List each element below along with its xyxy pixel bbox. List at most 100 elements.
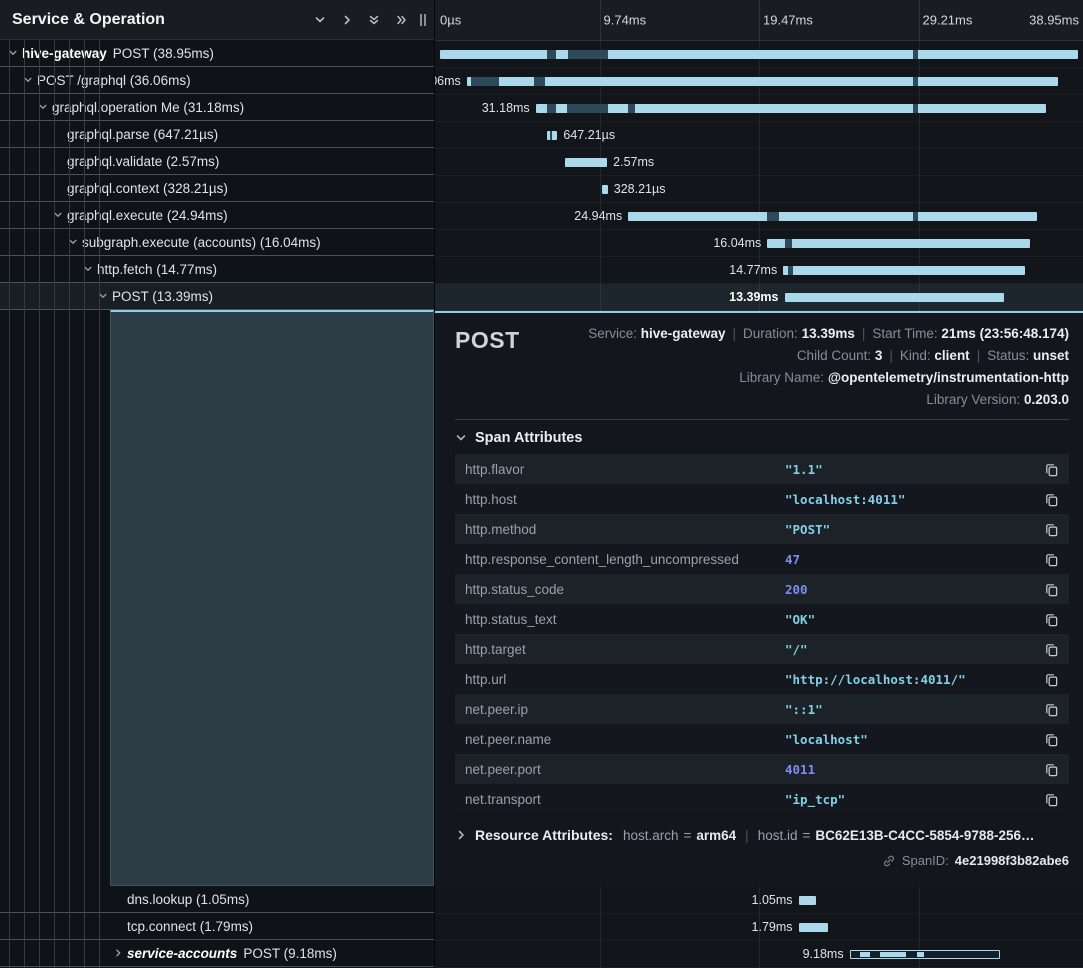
copy-icon — [1044, 702, 1059, 717]
span-bar[interactable] — [536, 104, 1046, 113]
span-title: POST — [455, 323, 520, 411]
span-bar[interactable] — [785, 293, 1004, 302]
attribute-key: http.url — [465, 672, 785, 687]
copy-attribute-button[interactable] — [1042, 580, 1061, 599]
span-tree-row[interactable]: http.fetch (14.77ms) — [0, 256, 434, 283]
duration-label: 2.57ms — [613, 155, 654, 169]
span-bar[interactable] — [602, 185, 608, 194]
indent-guide — [24, 40, 25, 968]
attribute-value: "1.1" — [785, 462, 1042, 477]
span-meta-line: Library Version: 0.203.0 — [588, 389, 1069, 411]
duration-label: 9.18ms — [803, 947, 844, 961]
copy-attribute-button[interactable] — [1042, 550, 1061, 569]
span-bar[interactable] — [799, 923, 828, 932]
child-span-mark — [913, 77, 917, 86]
chevron-down-icon[interactable] — [8, 48, 22, 58]
attribute-row: http.flavor"1.1" — [455, 454, 1069, 484]
span-label: POST (38.95ms) — [113, 46, 214, 61]
meta-separator: | — [889, 348, 893, 363]
copy-icon — [1044, 522, 1059, 537]
attribute-row: http.target"/" — [455, 634, 1069, 664]
copy-attribute-button[interactable] — [1042, 520, 1061, 539]
child-span-mark — [913, 212, 917, 221]
span-tree-row[interactable]: POST (13.39ms) — [0, 283, 434, 310]
span-label: tcp.connect (1.79ms) — [127, 919, 253, 934]
chevron-down-icon[interactable] — [83, 264, 97, 274]
span-tree-row[interactable]: graphql.context (328.21µs) — [0, 175, 434, 202]
copy-attribute-button[interactable] — [1042, 490, 1061, 509]
service-name: service-accounts — [127, 946, 237, 961]
attribute-key: http.status_text — [465, 612, 785, 627]
copy-attribute-button[interactable] — [1042, 460, 1061, 479]
attribute-key: http.target — [465, 642, 785, 657]
chevron-down-icon[interactable] — [53, 210, 67, 220]
double-chevron-right-icon[interactable] — [395, 14, 407, 26]
double-chevron-down-icon[interactable] — [368, 14, 380, 26]
copy-icon — [1044, 552, 1059, 567]
chevron-down-icon[interactable] — [23, 75, 37, 85]
attribute-row: http.url"http://localhost:4011/" — [455, 664, 1069, 694]
span-tree-row[interactable]: graphql.operation Me (31.18ms) — [0, 94, 434, 121]
timeline-row: 14.77ms — [435, 257, 1083, 284]
copy-attribute-button[interactable] — [1042, 670, 1061, 689]
span-tree-row[interactable]: graphql.parse (647.21µs) — [0, 121, 434, 148]
duration-label: 647.21µs — [563, 128, 615, 142]
span-bar[interactable] — [628, 212, 1036, 221]
trace-viewer: Service & Operation hive-gatewayPOST (38… — [0, 0, 1083, 968]
chevron-down-icon[interactable] — [314, 14, 326, 26]
copy-attribute-button[interactable] — [1042, 760, 1061, 779]
timeline-row — [435, 41, 1083, 68]
chevron-down-icon[interactable] — [98, 291, 112, 301]
span-bar[interactable] — [799, 896, 816, 905]
span-attributes-toggle[interactable]: Span Attributes — [455, 430, 1069, 446]
copy-attribute-button[interactable] — [1042, 610, 1061, 629]
meta-value: 0.203.0 — [1024, 392, 1069, 407]
chevron-down-icon[interactable] — [68, 237, 82, 247]
span-tree-row[interactable]: graphql.validate (2.57ms) — [0, 148, 434, 175]
span-tree-row[interactable]: service-accountsPOST (9.18ms) — [0, 940, 434, 967]
copy-icon — [1044, 582, 1059, 597]
resource-attributes-toggle[interactable]: Resource Attributes: host.arch=arm64|hos… — [455, 827, 1069, 843]
child-span-mark — [547, 50, 556, 59]
span-meta-line: Child Count: 3|Kind: client|Status: unse… — [588, 345, 1069, 367]
attribute-value: "::1" — [785, 702, 1042, 717]
detail-header: POST Service: hive-gateway|Duration: 13.… — [455, 323, 1069, 411]
copy-attribute-button[interactable] — [1042, 730, 1061, 749]
panel-resize-handle[interactable] — [420, 14, 426, 26]
link-icon[interactable] — [882, 854, 896, 868]
span-tree-row[interactable]: graphql.execute (24.94ms) — [0, 202, 434, 229]
attribute-row: net.peer.ip"::1" — [455, 694, 1069, 724]
meta-label: Status: — [987, 348, 1033, 363]
attribute-value: "/" — [785, 642, 1042, 657]
meta-value: 13.39ms — [802, 326, 855, 341]
service-name: hive-gateway — [22, 46, 107, 61]
chevron-right-icon[interactable] — [113, 948, 127, 958]
timeline-panel: 0µs9.74ms19.47ms29.21ms38.95ms 36.06ms31… — [435, 0, 1083, 968]
span-bar[interactable] — [440, 50, 1078, 59]
span-tree-row[interactable]: hive-gateway POST (38.95ms) — [0, 40, 434, 67]
span-bar[interactable] — [767, 239, 1030, 248]
span-bar[interactable] — [467, 77, 1058, 86]
child-span-mark — [471, 77, 500, 86]
span-tree-row[interactable]: POST /graphql (36.06ms) — [0, 67, 434, 94]
span-tree-row[interactable]: subgraph.execute (accounts) (16.04ms) — [0, 229, 434, 256]
indent-guide — [99, 40, 100, 968]
meta-value: @opentelemetry/instrumentation-http — [828, 370, 1069, 385]
chevron-down-icon[interactable] — [38, 102, 52, 112]
span-bar[interactable] — [565, 158, 607, 167]
chevron-right-icon[interactable] — [341, 14, 353, 26]
copy-attribute-button[interactable] — [1042, 700, 1061, 719]
span-label: graphql.context (328.21µs) — [67, 181, 228, 196]
ruler-tick: 19.47ms — [763, 13, 813, 28]
span-tree-row[interactable]: dns.lookup (1.05ms) — [0, 886, 434, 913]
copy-attribute-button[interactable] — [1042, 790, 1061, 809]
span-bar[interactable] — [850, 950, 1001, 959]
span-tree-row[interactable]: tcp.connect (1.79ms) — [0, 913, 434, 940]
span-attributes-table: http.flavor"1.1"http.host"localhost:4011… — [455, 454, 1069, 814]
resource-attributes-title: Resource Attributes: — [475, 827, 613, 843]
copy-attribute-button[interactable] — [1042, 640, 1061, 659]
span-bar[interactable] — [783, 266, 1025, 275]
attribute-value: 47 — [785, 552, 1042, 567]
attribute-value: "localhost" — [785, 732, 1042, 747]
copy-icon — [1044, 492, 1059, 507]
